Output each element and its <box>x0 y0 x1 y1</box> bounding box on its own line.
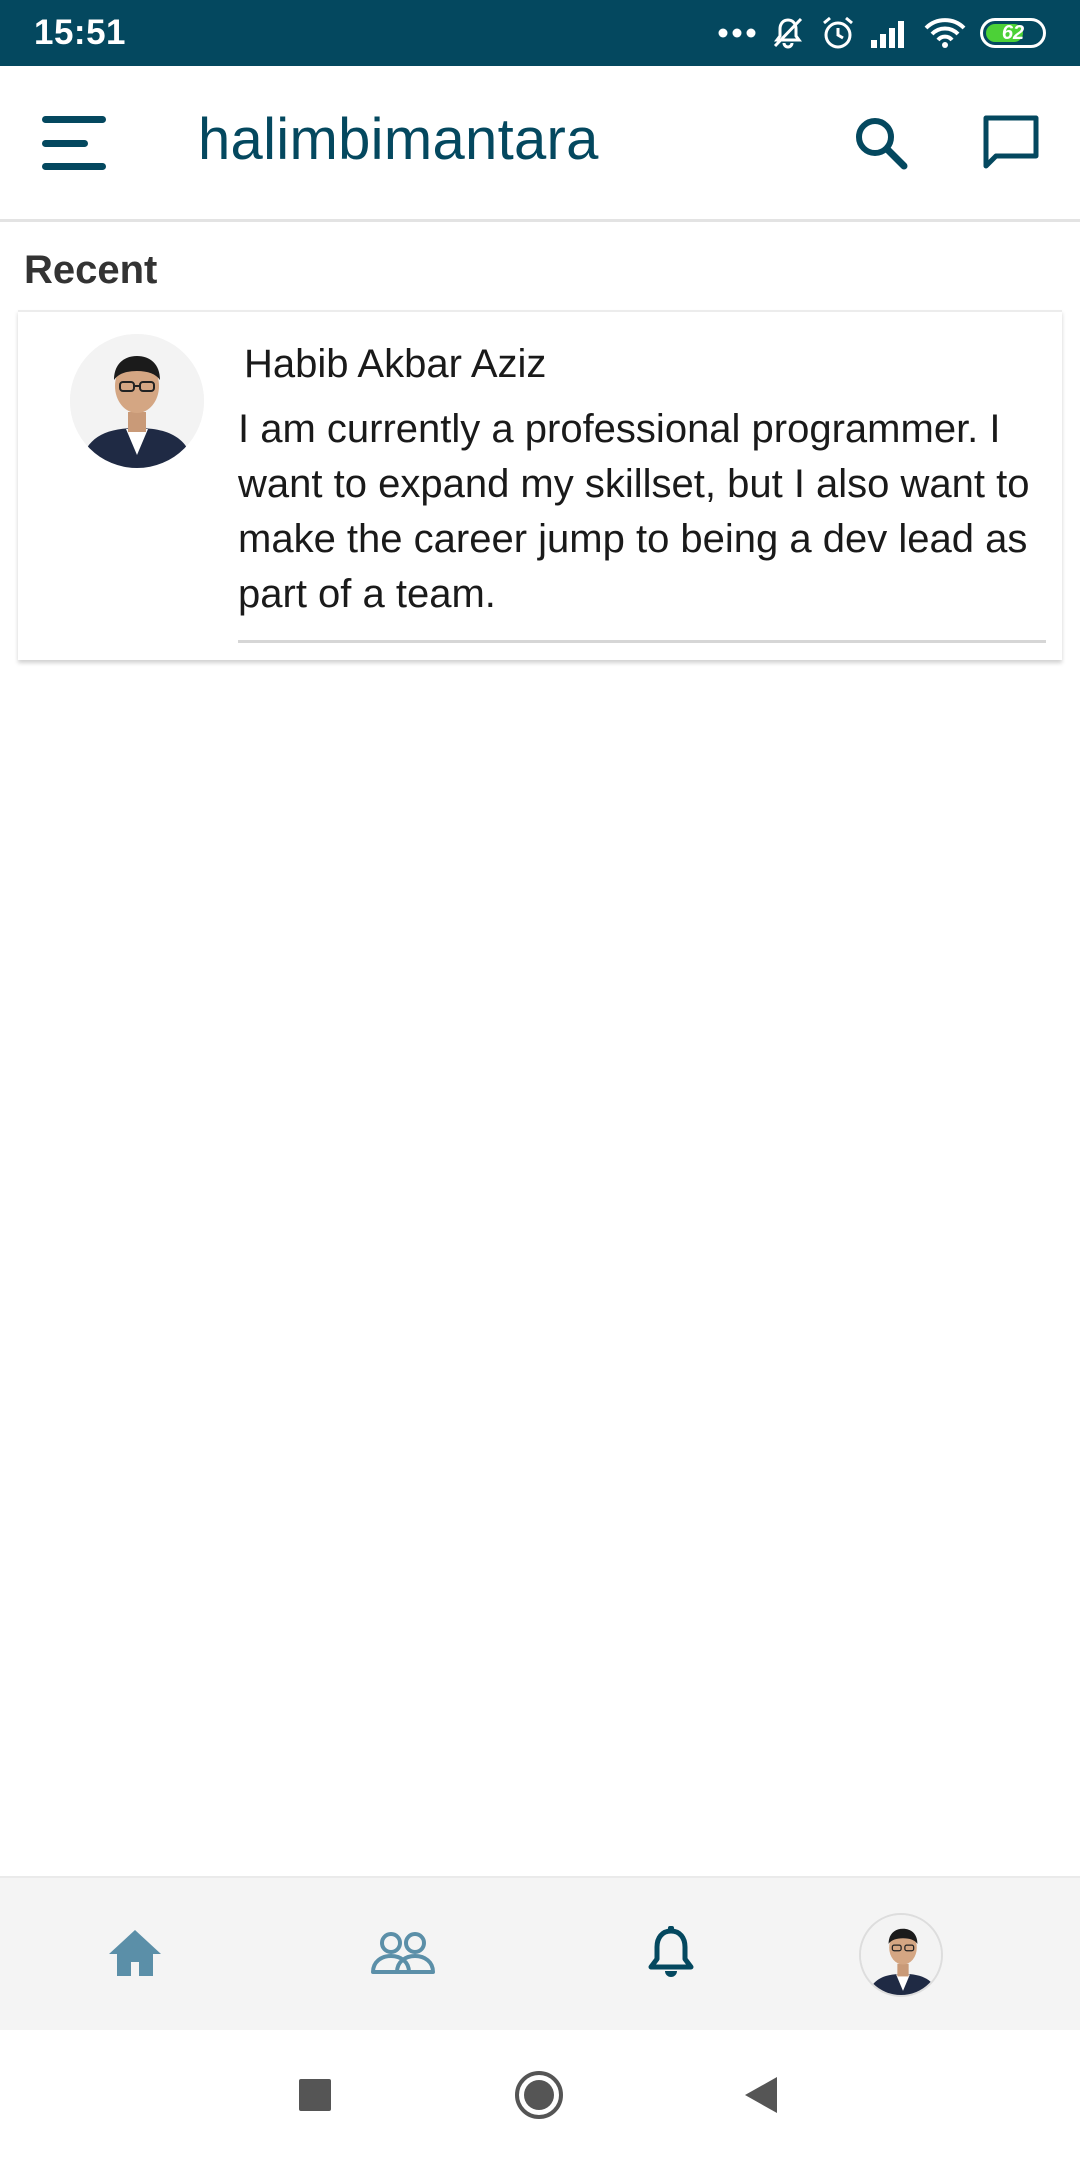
status-time: 15:51 <box>34 13 127 52</box>
battery-level: 62 <box>1001 21 1025 44</box>
nav-profile[interactable] <box>836 1878 966 2032</box>
mute-icon <box>770 15 806 51</box>
recents-square-icon[interactable] <box>270 2030 360 2160</box>
people-icon <box>371 1930 435 1981</box>
profile-avatar <box>859 1913 943 1997</box>
nav-notifications[interactable] <box>606 1878 736 2032</box>
status-bar: 15:51 62 <box>0 0 1080 66</box>
notification-message: I am currently a professional programmer… <box>238 407 1030 616</box>
search-icon[interactable] <box>852 114 910 172</box>
home-icon <box>107 1928 163 1983</box>
wifi-icon <box>924 17 966 49</box>
more-dots-icon <box>718 27 756 39</box>
notification-card[interactable]: Habib Akbar Aziz I am currently a profes… <box>18 310 1062 660</box>
app-header: halimbimantara <box>0 66 1080 222</box>
alarm-icon <box>820 15 856 51</box>
hamburger-menu-icon[interactable] <box>40 108 110 178</box>
avatar[interactable] <box>70 334 204 468</box>
bell-icon <box>647 1925 695 1986</box>
chat-icon[interactable] <box>980 112 1042 174</box>
bottom-nav <box>0 1876 1080 2030</box>
page-title: halimbimantara <box>198 107 599 172</box>
back-triangle-icon[interactable] <box>716 2030 806 2160</box>
status-icons: 62 <box>718 15 1046 51</box>
battery-icon: 62 <box>980 18 1046 48</box>
notifications-screen: 15:51 62 halimbimantara Recent Habib Akb… <box>0 0 1080 2160</box>
notification-sender-name: Habib Akbar Aziz <box>244 342 547 386</box>
divider <box>238 640 1046 643</box>
nav-network[interactable] <box>338 1878 468 2032</box>
nav-home[interactable] <box>70 1878 200 2032</box>
section-title-recent: Recent <box>24 248 158 292</box>
system-nav <box>0 2030 1080 2160</box>
signal-icon <box>870 18 910 48</box>
home-circle-icon[interactable] <box>494 2030 584 2160</box>
